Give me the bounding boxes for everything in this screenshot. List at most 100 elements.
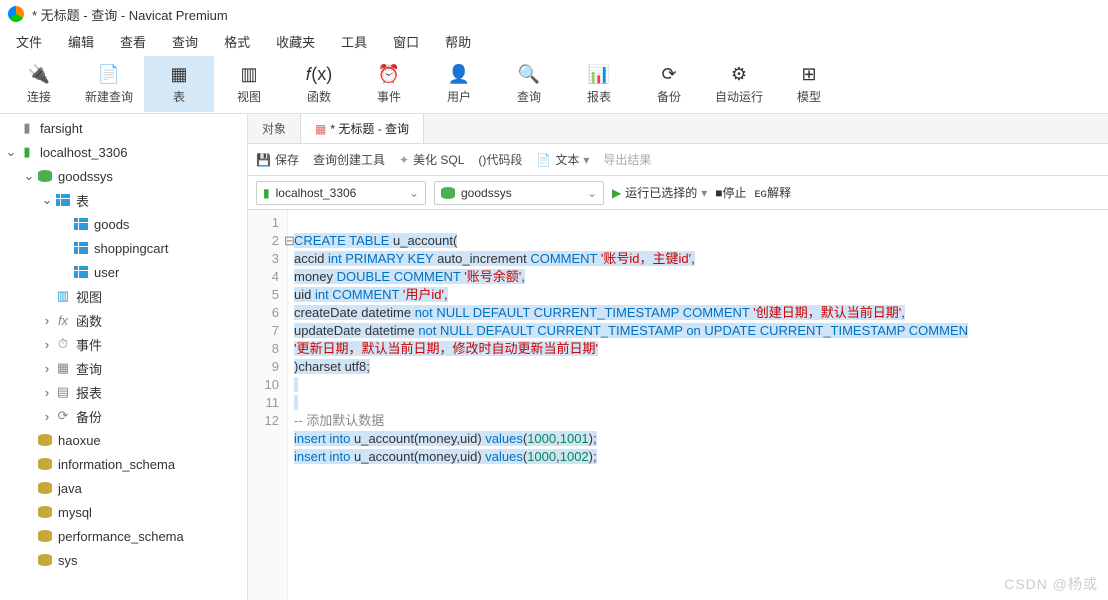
tree-item-icon	[72, 263, 90, 281]
menu-4[interactable]: 格式	[212, 28, 262, 55]
tree-arrow-icon[interactable]: ›	[40, 361, 54, 376]
tree-label: 视图	[76, 287, 102, 306]
database-icon	[441, 187, 455, 199]
tree-arrow-icon[interactable]: ⌄	[40, 192, 54, 208]
menu-3[interactable]: 查询	[160, 28, 210, 55]
run-button[interactable]: ▶ 运行已选择的 ▾	[612, 184, 707, 201]
func-icon: 𝑓(x)	[307, 62, 331, 86]
tree-goodssys[interactable]: ⌄ goodssys	[0, 164, 247, 188]
tree-goods[interactable]: goods	[0, 212, 247, 236]
tree-label: performance_schema	[58, 529, 184, 544]
tree-label: sys	[58, 553, 78, 568]
toolbar-table[interactable]: ▦表	[144, 56, 214, 112]
app-logo-icon	[8, 6, 24, 22]
main-toolbar: 🔌连接📄新建查询▦表▥视图𝑓(x)函数⏰事件👤用户🔍查询📊报表⟳备份⚙自动运行⊞…	[0, 54, 1108, 114]
tree-item-icon	[36, 431, 54, 449]
menu-6[interactable]: 工具	[329, 28, 379, 55]
tree-mysql[interactable]: mysql	[0, 500, 247, 524]
menu-2[interactable]: 查看	[108, 28, 158, 55]
snippet-button[interactable]: ()代码段	[478, 151, 522, 168]
tree-label: haoxue	[58, 433, 101, 448]
explain-button[interactable]: ᴇɢ解释	[755, 184, 792, 201]
tree-shoppingcart[interactable]: shoppingcart	[0, 236, 247, 260]
toolbar-func[interactable]: 𝑓(x)函数	[284, 56, 354, 112]
tree-information_schema[interactable]: information_schema	[0, 452, 247, 476]
toolbar-report[interactable]: 📊报表	[564, 56, 634, 112]
toolbar-query[interactable]: 🔍查询	[494, 56, 564, 112]
watermark: CSDN @杨或	[1004, 574, 1098, 594]
tab-query[interactable]: ▦ * 无标题 - 查询	[301, 114, 424, 143]
tree-label: user	[94, 265, 119, 280]
tree-item-icon: ▤	[54, 383, 72, 401]
code-area[interactable]: ⊟CREATE TABLE u_account( accid int PRIMA…	[288, 210, 1108, 600]
menu-5[interactable]: 收藏夹	[264, 28, 327, 55]
menu-0[interactable]: 文件	[4, 28, 54, 55]
tree-user[interactable]: user	[0, 260, 247, 284]
tree-localhost_3306[interactable]: ⌄▮localhost_3306	[0, 140, 247, 164]
save-button[interactable]: 💾保存	[256, 151, 299, 168]
query-builder-button[interactable]: 查询创建工具	[313, 151, 385, 168]
tree-报表[interactable]: ›▤报表	[0, 380, 247, 404]
query-icon: 🔍	[517, 62, 541, 86]
model-icon: ⊞	[797, 62, 821, 86]
tree-farsight[interactable]: ▮farsight	[0, 116, 247, 140]
connection-tree[interactable]: ▮farsight⌄▮localhost_3306⌄goodssys⌄表good…	[0, 114, 248, 600]
toolbar-newq[interactable]: 📄新建查询	[74, 56, 144, 112]
tree-item-icon	[72, 239, 90, 257]
tree-item-icon	[36, 167, 54, 185]
tree-item-icon	[36, 503, 54, 521]
database-select[interactable]: goodssys ⌄	[434, 181, 604, 205]
tree-查询[interactable]: ›▦查询	[0, 356, 247, 380]
tree-arrow-icon[interactable]: ⌄	[4, 144, 18, 160]
menu-1[interactable]: 编辑	[56, 28, 106, 55]
query-toolbar: 💾保存 查询创建工具 ✦美化 SQL ()代码段 📄文本▾ 导出结果	[248, 144, 1108, 176]
tree-arrow-icon[interactable]: ›	[40, 385, 54, 400]
tree-arrow-icon[interactable]: ⌄	[22, 168, 36, 184]
tree-item-icon: ⏱	[54, 335, 72, 353]
tree-java[interactable]: java	[0, 476, 247, 500]
tree-performance_schema[interactable]: performance_schema	[0, 524, 247, 548]
beautify-sql-button[interactable]: ✦美化 SQL	[399, 151, 464, 168]
tree-sys[interactable]: sys	[0, 548, 247, 572]
backup-icon: ⟳	[657, 62, 681, 86]
toolbar-backup[interactable]: ⟳备份	[634, 56, 704, 112]
conn-icon: ▮	[263, 186, 270, 200]
menu-7[interactable]: 窗口	[381, 28, 431, 55]
toolbar-view[interactable]: ▥视图	[214, 56, 284, 112]
toolbar-model[interactable]: ⊞模型	[774, 56, 844, 112]
tree-事件[interactable]: ›⏱事件	[0, 332, 247, 356]
fold-marker-icon[interactable]: ⊟	[288, 232, 295, 250]
report-icon: 📊	[587, 62, 611, 86]
sql-editor[interactable]: 123456789101112 ⊟CREATE TABLE u_account(…	[248, 210, 1108, 600]
tree-item-icon	[36, 455, 54, 473]
tree-arrow-icon[interactable]: ›	[40, 313, 54, 328]
toolbar-user[interactable]: 👤用户	[424, 56, 494, 112]
user-icon: 👤	[447, 62, 471, 86]
text-icon: 📄	[536, 153, 551, 167]
toolbar-plug[interactable]: 🔌连接	[4, 56, 74, 112]
tree-label: localhost_3306	[40, 145, 127, 160]
titlebar: * 无标题 - 查询 - Navicat Premium	[0, 0, 1108, 28]
tree-视图[interactable]: ▥视图	[0, 284, 247, 308]
toolbar-event[interactable]: ⏰事件	[354, 56, 424, 112]
text-dropdown[interactable]: 📄文本▾	[536, 151, 589, 168]
tree-label: shoppingcart	[94, 241, 168, 256]
window-title: * 无标题 - 查询 - Navicat Premium	[32, 5, 228, 24]
export-button: 导出结果	[603, 151, 651, 168]
tree-item-icon	[54, 191, 72, 209]
tree-item-icon: ▥	[54, 287, 72, 305]
connection-select[interactable]: ▮ localhost_3306 ⌄	[256, 181, 426, 205]
toolbar-auto[interactable]: ⚙自动运行	[704, 56, 774, 112]
tree-arrow-icon[interactable]: ›	[40, 337, 54, 352]
tab-objects[interactable]: 对象	[248, 114, 301, 143]
stop-icon: ■	[715, 186, 722, 200]
tree-表[interactable]: ⌄表	[0, 188, 247, 212]
table-icon: ▦	[167, 62, 191, 86]
tree-备份[interactable]: ›⟳备份	[0, 404, 247, 428]
tree-haoxue[interactable]: haoxue	[0, 428, 247, 452]
tree-arrow-icon[interactable]: ›	[40, 409, 54, 424]
tree-label: goodssys	[58, 169, 113, 184]
menu-8[interactable]: 帮助	[433, 28, 483, 55]
chevron-down-icon: ⌄	[409, 186, 419, 200]
tree-函数[interactable]: ›fx函数	[0, 308, 247, 332]
